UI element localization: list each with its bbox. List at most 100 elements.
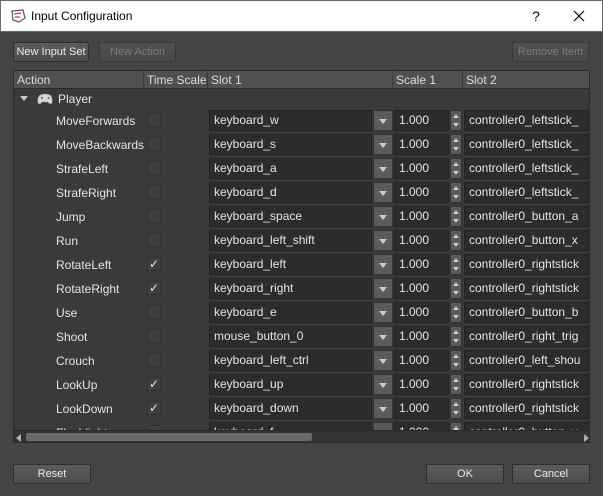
slot-1-dropdown-button[interactable]	[373, 254, 393, 275]
scale-1-field[interactable]: 1.000	[394, 134, 449, 155]
slot-2-field[interactable]: controller0_button_a	[464, 206, 589, 227]
slot-2-field[interactable]: controller0_rightstick	[464, 254, 589, 275]
scale-1-field[interactable]: 1.000	[394, 182, 449, 203]
slot-1-dropdown-button[interactable]	[373, 398, 393, 419]
slot-1-dropdown-button[interactable]	[373, 230, 393, 251]
table-row[interactable]: MoveBackwards keyboard_s 1.000 controlle…	[14, 133, 589, 157]
slot-2-field[interactable]: controller0_button_b	[464, 302, 589, 323]
table-row[interactable]: Use keyboard_e 1.000 controller0_button_…	[14, 301, 589, 325]
time-scale-checkbox[interactable]	[147, 305, 161, 319]
scale-1-spinner[interactable]	[450, 158, 462, 179]
scrollbar-thumb[interactable]	[26, 433, 312, 441]
scale-1-spinner[interactable]	[450, 398, 462, 419]
table-row[interactable]: RotateLeft ✓ keyboard_left 1.000 control…	[14, 253, 589, 277]
scale-1-spinner[interactable]	[450, 302, 462, 323]
new-input-set-button[interactable]: New Input Set	[13, 42, 89, 62]
table-row[interactable]: LookDown ✓ keyboard_down 1.000 controlle…	[14, 397, 589, 421]
column-header-action[interactable]: Action	[14, 71, 144, 89]
new-action-button[interactable]: New Action	[99, 42, 176, 62]
scale-1-spinner[interactable]	[450, 326, 462, 347]
group-row-player[interactable]: Player	[14, 89, 589, 109]
scale-1-spinner[interactable]	[450, 374, 462, 395]
slot-2-field[interactable]: controller0_rightstick	[464, 374, 589, 395]
slot-1-dropdown-button[interactable]	[373, 158, 393, 179]
time-scale-checkbox[interactable]	[147, 209, 161, 223]
scale-1-field[interactable]: 1.000	[394, 374, 449, 395]
table-row[interactable]: Crouch keyboard_left_ctrl 1.000 controll…	[14, 349, 589, 373]
table-row[interactable]: Jump keyboard_space 1.000 controller0_bu…	[14, 205, 589, 229]
scale-1-field[interactable]: 1.000	[394, 206, 449, 227]
remove-item-button[interactable]: Remove Item	[512, 42, 589, 62]
slot-1-field[interactable]: keyboard_left_shift	[209, 230, 372, 251]
slot-1-field[interactable]: keyboard_e	[209, 302, 372, 323]
scale-1-spinner[interactable]	[450, 110, 462, 131]
time-scale-checkbox[interactable]: ✓	[147, 377, 161, 391]
slot-1-dropdown-button[interactable]	[373, 350, 393, 371]
scale-1-spinner[interactable]	[450, 230, 462, 251]
slot-1-field[interactable]: keyboard_a	[209, 158, 372, 179]
horizontal-scrollbar[interactable]	[14, 430, 589, 442]
time-scale-checkbox[interactable]	[147, 233, 161, 247]
time-scale-checkbox[interactable]	[147, 137, 161, 151]
reset-button[interactable]: Reset	[13, 464, 91, 484]
scale-1-field[interactable]: 1.000	[394, 254, 449, 275]
slot-2-field[interactable]: controller0_leftstick_	[464, 110, 589, 131]
scale-1-field[interactable]: 1.000	[394, 326, 449, 347]
slot-2-field[interactable]: controller0_leftstick_	[464, 158, 589, 179]
expand-arrow-icon[interactable]	[20, 96, 28, 101]
slot-1-dropdown-button[interactable]	[373, 134, 393, 155]
time-scale-checkbox[interactable]	[147, 353, 161, 367]
slot-1-dropdown-button[interactable]	[373, 206, 393, 227]
table-row[interactable]: StrafeRight keyboard_d 1.000 controller0…	[14, 181, 589, 205]
table-row[interactable]: MoveForwards keyboard_w 1.000 controller…	[14, 109, 589, 133]
slot-2-field[interactable]: controller0_left_shou	[464, 350, 589, 371]
scroll-right-icon[interactable]	[584, 434, 589, 442]
scroll-left-icon[interactable]	[16, 434, 21, 442]
time-scale-checkbox[interactable]: ✓	[147, 281, 161, 295]
scale-1-field[interactable]: 1.000	[394, 398, 449, 419]
table-row[interactable]: StrafeLeft keyboard_a 1.000 controller0_…	[14, 157, 589, 181]
close-button[interactable]	[564, 5, 594, 27]
scale-1-spinner[interactable]	[450, 182, 462, 203]
scale-1-spinner[interactable]	[450, 134, 462, 155]
scale-1-spinner[interactable]	[450, 206, 462, 227]
cancel-button[interactable]: Cancel	[512, 464, 590, 484]
slot-1-dropdown-button[interactable]	[373, 278, 393, 299]
slot-1-dropdown-button[interactable]	[373, 302, 393, 323]
table-row[interactable]: Run keyboard_left_shift 1.000 controller…	[14, 229, 589, 253]
help-button[interactable]: ?	[523, 5, 549, 27]
time-scale-checkbox[interactable]: ✓	[147, 257, 161, 271]
slot-1-field[interactable]: keyboard_w	[209, 110, 372, 131]
slot-1-dropdown-button[interactable]	[373, 326, 393, 347]
ok-button[interactable]: OK	[426, 464, 504, 484]
time-scale-checkbox[interactable]	[147, 113, 161, 127]
scale-1-field[interactable]: 1.000	[394, 158, 449, 179]
scale-1-field[interactable]: 1.000	[394, 278, 449, 299]
time-scale-checkbox[interactable]: ✓	[147, 401, 161, 415]
slot-2-field[interactable]: controller0_button_x	[464, 230, 589, 251]
slot-1-dropdown-button[interactable]	[373, 110, 393, 131]
slot-2-field[interactable]: controller0_right_trig	[464, 326, 589, 347]
slot-2-field[interactable]: controller0_leftstick_	[464, 134, 589, 155]
slot-1-field[interactable]: keyboard_left_ctrl	[209, 350, 372, 371]
scale-1-spinner[interactable]	[450, 278, 462, 299]
column-header-scale-1[interactable]: Scale 1	[393, 71, 463, 89]
scale-1-spinner[interactable]	[450, 350, 462, 371]
scale-1-field[interactable]: 1.000	[394, 350, 449, 371]
scale-1-field[interactable]: 1.000	[394, 230, 449, 251]
slot-1-field[interactable]: mouse_button_0	[209, 326, 372, 347]
time-scale-checkbox[interactable]	[147, 185, 161, 199]
slot-2-field[interactable]: controller0_leftstick_	[464, 182, 589, 203]
scale-1-spinner[interactable]	[450, 254, 462, 275]
slot-1-dropdown-button[interactable]	[373, 374, 393, 395]
time-scale-checkbox[interactable]	[147, 161, 161, 175]
slot-1-field[interactable]: keyboard_up	[209, 374, 372, 395]
table-row[interactable]: LookUp ✓ keyboard_up 1.000 controller0_r…	[14, 373, 589, 397]
column-header-slot-1[interactable]: Slot 1	[208, 71, 393, 89]
slot-2-field[interactable]: controller0_rightstick	[464, 398, 589, 419]
slot-1-field[interactable]: keyboard_s	[209, 134, 372, 155]
scale-1-field[interactable]: 1.000	[394, 302, 449, 323]
slot-1-field[interactable]: keyboard_right	[209, 278, 372, 299]
slot-1-field[interactable]: keyboard_d	[209, 182, 372, 203]
column-header-slot-2[interactable]: Slot 2	[463, 71, 589, 89]
